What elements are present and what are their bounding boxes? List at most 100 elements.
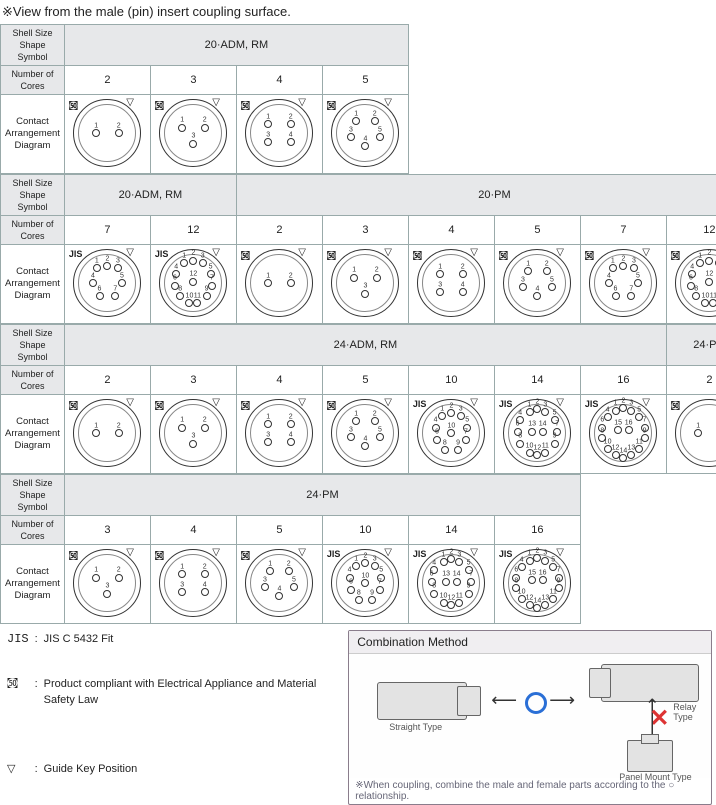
connector-diagram: ㉌▽123 bbox=[65, 549, 150, 623]
pse-badge: ㉌ bbox=[155, 549, 164, 562]
jis-badge: JIS bbox=[499, 549, 513, 559]
pse-badge: ㉌ bbox=[241, 99, 250, 112]
legend-table: JIS:JIS C 5432 Fit ㉌:Product compliant w… bbox=[4, 630, 336, 805]
pse-badge: ㉌ bbox=[69, 99, 78, 112]
connector-diagram: ㉌▽12 bbox=[65, 99, 150, 173]
connector-diagram: ㉌▽12 bbox=[65, 399, 150, 473]
shell-size-label: 24·PM bbox=[666, 325, 716, 366]
diagram-header: ContactArrangementDiagram bbox=[1, 395, 65, 474]
core-count: 10 bbox=[408, 366, 494, 395]
core-count: 5 bbox=[236, 516, 322, 545]
core-count: 5 bbox=[322, 66, 408, 95]
core-count: 7 bbox=[64, 216, 150, 245]
core-count: 10 bbox=[322, 516, 408, 545]
core-count: 14 bbox=[494, 366, 580, 395]
pse-badge: ㉌ bbox=[585, 249, 594, 262]
connector-table: Shell SizeShape Symbol20·ADM, RMNumber o… bbox=[0, 24, 409, 174]
core-count: 4 bbox=[236, 66, 322, 95]
cores-header: Number of Cores bbox=[1, 66, 65, 95]
connector-diagram: ㉌▽1234 bbox=[151, 549, 236, 623]
pse-badge: ㉌ bbox=[241, 549, 250, 562]
core-count: 12 bbox=[150, 216, 236, 245]
core-count: 16 bbox=[494, 516, 580, 545]
core-count: 3 bbox=[150, 66, 236, 95]
connector-diagram: ㉌▽1234 bbox=[409, 249, 494, 323]
connector-diagram: JIS▽1234567891011121314 bbox=[495, 399, 580, 473]
connector-diagram: ㉌▽12345 bbox=[495, 249, 580, 323]
jis-badge: JIS bbox=[499, 399, 513, 409]
connector-diagram: ㉌▽12 bbox=[237, 249, 322, 323]
pse-badge: ㉌ bbox=[327, 99, 336, 112]
connector-diagram: ㉌▽1234 bbox=[237, 399, 322, 473]
connector-diagram: ㉌▽1234 bbox=[237, 99, 322, 173]
diagram-header: ContactArrangementDiagram bbox=[1, 245, 65, 324]
pse-badge: ㉌ bbox=[327, 399, 336, 412]
cores-header: Number of Cores bbox=[1, 216, 65, 245]
connector-diagram: JIS▽12345678910111213141516 bbox=[495, 549, 580, 623]
shell-size-label: 20·PM bbox=[236, 175, 716, 216]
pse-badge: ㉌ bbox=[671, 399, 680, 412]
pse-badge: ㉌ bbox=[499, 249, 508, 262]
shell-header: Shell SizeShape Symbol bbox=[1, 25, 65, 66]
core-count: 4 bbox=[236, 366, 322, 395]
core-count: 5 bbox=[322, 366, 408, 395]
pse-badge: ㉌ bbox=[327, 249, 336, 262]
core-count: 16 bbox=[580, 366, 666, 395]
core-count: 5 bbox=[494, 216, 580, 245]
shell-size-label: 20·ADM, RM bbox=[64, 175, 236, 216]
connector-table: Shell SizeShape Symbol24·ADM, RM24·PM Num… bbox=[0, 324, 716, 474]
shell-header: Shell SizeShape Symbol bbox=[1, 175, 65, 216]
pse-icon: ㉌ bbox=[4, 675, 32, 760]
core-count: 12 bbox=[666, 216, 716, 245]
shell-header: Shell SizeShape Symbol bbox=[1, 475, 65, 516]
pse-badge: ㉌ bbox=[413, 249, 422, 262]
connector-diagram: JIS▽12345678910 bbox=[323, 549, 408, 623]
connector-table: Shell SizeShape Symbol24·PMNumber of Cor… bbox=[0, 474, 581, 624]
core-count: 14 bbox=[408, 516, 494, 545]
pse-badge: ㉌ bbox=[671, 249, 680, 262]
jis-badge: JIS bbox=[327, 549, 341, 559]
core-count: 3 bbox=[64, 516, 150, 545]
jis-badge: JIS bbox=[585, 399, 599, 409]
diagram-header: ContactArrangementDiagram bbox=[1, 95, 65, 174]
connector-diagram: JIS▽123456789101112 bbox=[151, 249, 236, 323]
jis-badge: JIS bbox=[155, 249, 169, 259]
connector-table: Shell SizeShape Symbol20·ADM, RM20·PM Num… bbox=[0, 174, 716, 324]
connector-diagram: ㉌▽123 bbox=[151, 99, 236, 173]
pse-badge: ㉌ bbox=[241, 399, 250, 412]
pse-badge: ㉌ bbox=[155, 399, 164, 412]
connector-diagram: ㉌▽12 bbox=[667, 399, 716, 473]
core-count: 4 bbox=[408, 216, 494, 245]
core-count: 2 bbox=[64, 366, 150, 395]
core-count: 3 bbox=[322, 216, 408, 245]
jis-badge: JIS bbox=[69, 249, 83, 259]
connector-diagram: ㉌▽12345 bbox=[323, 99, 408, 173]
combination-method-box: Combination Method Straight Type ⟵ ⟶ Rel… bbox=[348, 630, 712, 805]
cores-header: Number of Cores bbox=[1, 516, 65, 545]
connector-diagram: ㉌▽123 bbox=[323, 249, 408, 323]
shell-size-label: 24·ADM, RM bbox=[64, 325, 666, 366]
pse-badge: ㉌ bbox=[69, 549, 78, 562]
jis-badge: JIS bbox=[413, 399, 427, 409]
pse-badge: ㉌ bbox=[69, 399, 78, 412]
core-count: 2 bbox=[236, 216, 322, 245]
core-count: 3 bbox=[150, 366, 236, 395]
connector-diagram: JIS▽12345678910 bbox=[409, 399, 494, 473]
combo-title: Combination Method bbox=[349, 631, 711, 654]
core-count: 2 bbox=[64, 66, 150, 95]
connector-diagram: ㉌▽123456789101112 bbox=[667, 249, 716, 323]
connector-diagram: JIS▽12345678910111213141516 bbox=[581, 399, 666, 473]
connector-diagram: ㉌▽1234567 bbox=[581, 249, 666, 323]
diagram-header: ContactArrangementDiagram bbox=[1, 545, 65, 624]
jis-badge: JIS bbox=[413, 549, 427, 559]
shell-size-label: 20·ADM, RM bbox=[64, 25, 408, 66]
cores-header: Number of Cores bbox=[1, 366, 65, 395]
connector-diagram: ㉌▽123 bbox=[151, 399, 236, 473]
pse-badge: ㉌ bbox=[155, 99, 164, 112]
core-count: 7 bbox=[580, 216, 666, 245]
core-count: 4 bbox=[150, 516, 236, 545]
key-icon: ▽ bbox=[4, 760, 32, 805]
pse-badge: ㉌ bbox=[241, 249, 250, 262]
view-title: ※View from the male (pin) insert couplin… bbox=[0, 0, 716, 24]
shell-header: Shell SizeShape Symbol bbox=[1, 325, 65, 366]
